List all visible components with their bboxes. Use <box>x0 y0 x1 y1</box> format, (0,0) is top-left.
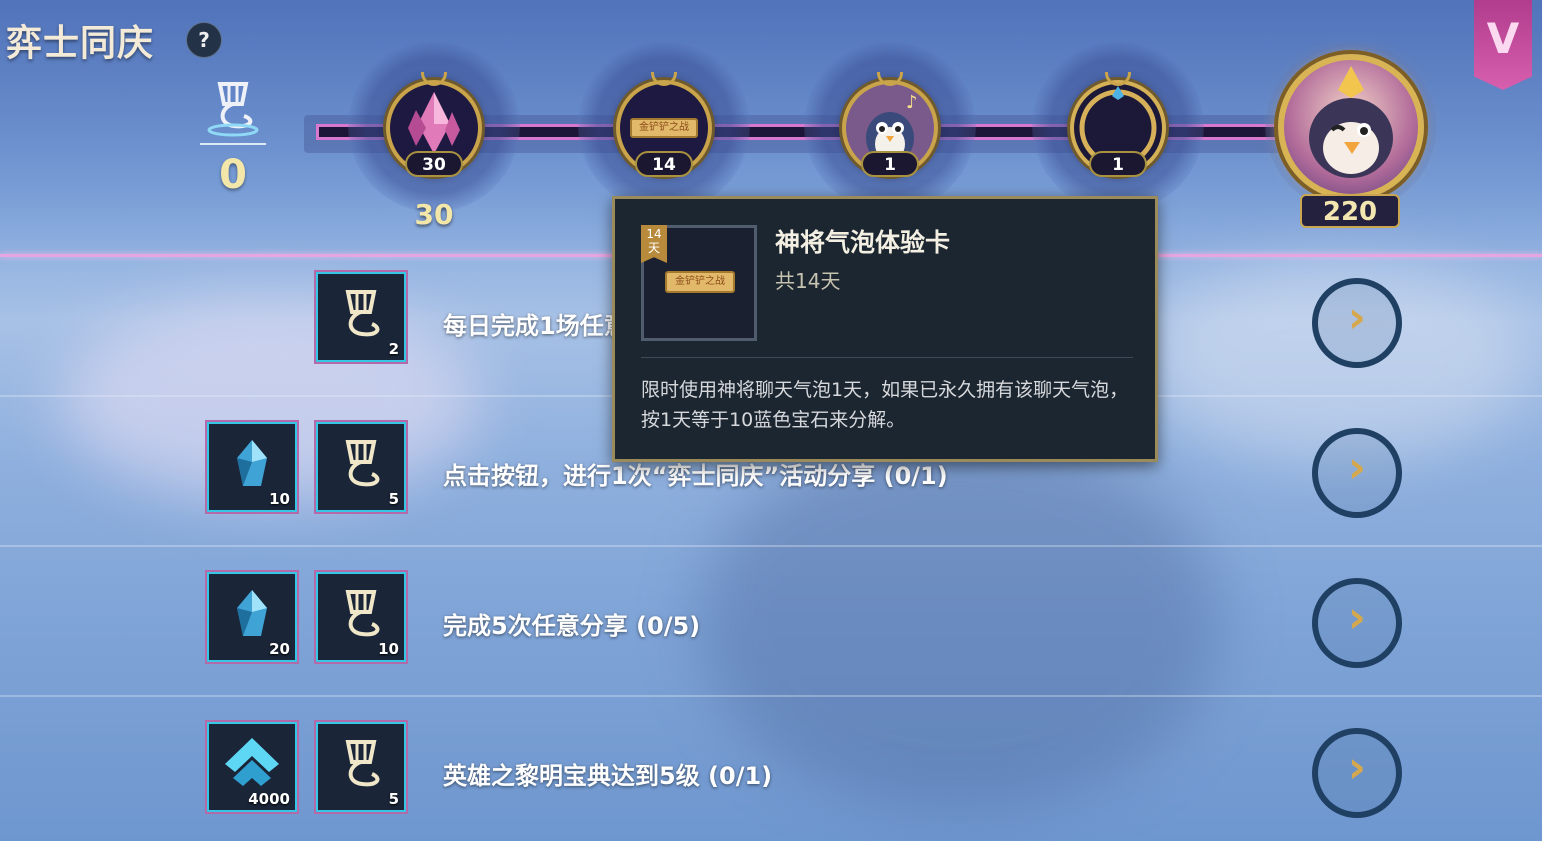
chat-bubble-scroll-icon: 金铲铲之战 <box>630 118 698 138</box>
milestone-4-count: 1 <box>1089 151 1147 177</box>
chevron-right-icon: › <box>1347 742 1367 793</box>
tooltip-divider <box>641 357 1133 358</box>
vip-badge-label: V <box>1486 14 1520 63</box>
svg-text:♪: ♪ <box>906 92 918 113</box>
milestone-1-count: 30 <box>405 151 463 177</box>
milestone-5-label: 220 <box>1300 194 1400 228</box>
reward-qty: 5 <box>388 490 399 508</box>
reward-item[interactable]: 10 <box>207 422 297 512</box>
reward-item[interactable]: 10 <box>316 572 406 662</box>
go-button[interactable]: › <box>1312 578 1402 668</box>
go-button[interactable]: › <box>1312 278 1402 368</box>
reward-qty: 4000 <box>248 790 290 808</box>
reward-qty: 10 <box>378 640 399 658</box>
chevron-right-icon: › <box>1347 592 1367 643</box>
token-count: 0 <box>219 152 247 198</box>
chevron-right-icon: › <box>1347 442 1367 493</box>
chevron-right-icon: › <box>1347 292 1367 343</box>
row-divider <box>0 545 1542 547</box>
reward-qty: 20 <box>269 640 290 658</box>
task-text: 完成5次任意分享 (0/5) <box>443 612 701 640</box>
go-button[interactable]: › <box>1312 428 1402 518</box>
reward-tooltip: 14天 金铲铲之战 神将气泡体验卡 共14天 限时使用神将聊天气泡1天，如果已永… <box>612 196 1158 462</box>
reward-qty: 2 <box>388 340 399 358</box>
milestone-1-label: 30 <box>414 198 454 231</box>
little-legend-penguin-icon <box>1309 66 1393 178</box>
milestone-3-count: 1 <box>861 151 919 177</box>
reward-item[interactable]: 4000 <box>207 722 297 812</box>
tooltip-subtitle: 共14天 <box>775 269 841 293</box>
reward-item[interactable]: 5 <box>316 422 406 512</box>
milestone-5-reward[interactable] <box>1278 54 1424 200</box>
reward-item[interactable]: 2 <box>316 272 406 362</box>
row-divider <box>0 695 1542 697</box>
tassel-token-icon <box>207 82 259 137</box>
chat-bubble-scroll-icon: 金铲铲之战 <box>665 271 735 293</box>
reward-qty: 5 <box>388 790 399 808</box>
duration-ribbon: 14天 <box>641 225 667 263</box>
tooltip-title: 神将气泡体验卡 <box>775 228 951 257</box>
task-text: 英雄之黎明宝典达到5级 (0/1) <box>443 762 773 790</box>
reward-qty: 10 <box>269 490 290 508</box>
vip-badge[interactable]: V <box>1474 0 1532 90</box>
help-button[interactable]: ? <box>186 22 222 58</box>
milestone-2-count: 14 <box>635 151 693 177</box>
go-button[interactable]: › <box>1312 728 1402 818</box>
tooltip-description: 限时使用神将聊天气泡1天，如果已永久拥有该聊天气泡，按1天等于10蓝色宝石来分解… <box>641 379 1129 431</box>
reward-item[interactable]: 20 <box>207 572 297 662</box>
page-title: 弈士同庆 <box>6 23 155 64</box>
reward-item[interactable]: 5 <box>316 722 406 812</box>
token-divider <box>200 143 266 145</box>
